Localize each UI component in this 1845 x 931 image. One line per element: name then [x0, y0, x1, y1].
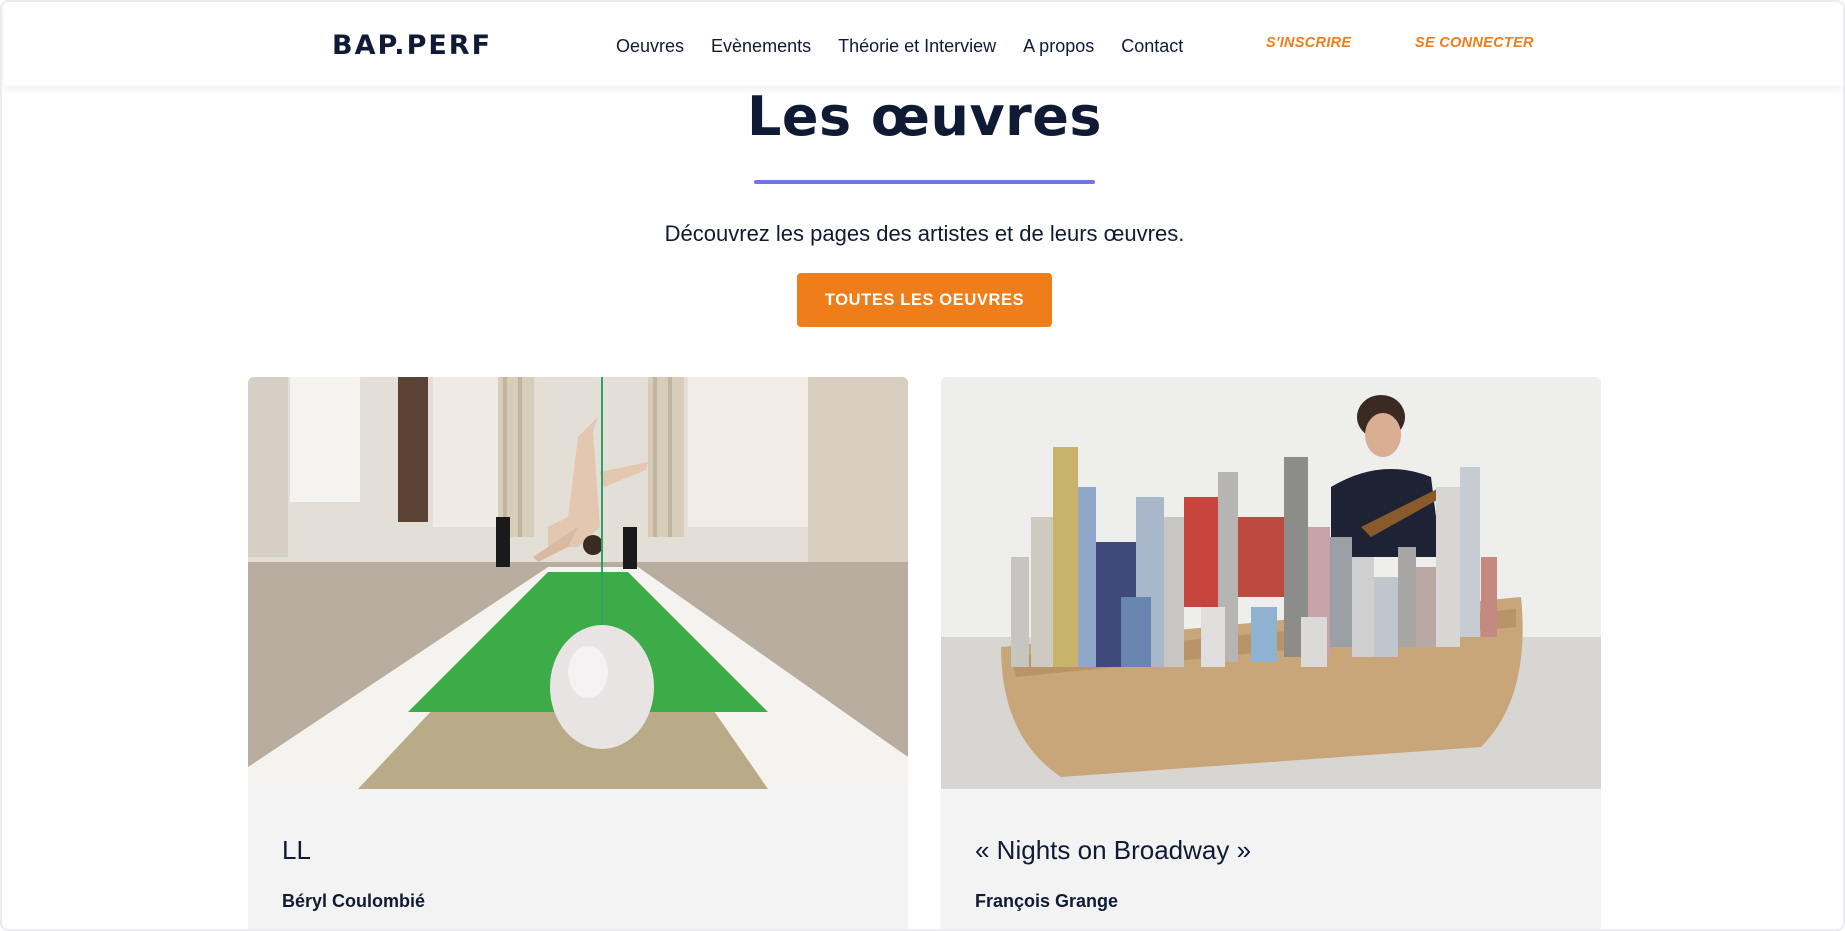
- work-image-ll[interactable]: [248, 377, 908, 789]
- work-card[interactable]: LL Béryl Coulombié: [248, 377, 908, 929]
- work-artist[interactable]: Béryl Coulombié: [282, 889, 425, 913]
- main-nav: Oeuvres Evènements Théorie et Interview …: [616, 34, 1183, 58]
- work-artist[interactable]: François Grange: [975, 889, 1118, 913]
- all-works-button[interactable]: TOUTES LES OEUVRES: [797, 273, 1052, 327]
- page-title: Les œuvres: [746, 85, 1103, 148]
- nav-item-contact[interactable]: Contact: [1121, 34, 1183, 58]
- login-link[interactable]: SE CONNECTER: [1415, 34, 1534, 52]
- nav-item-theorie-interview[interactable]: Théorie et Interview: [838, 34, 996, 58]
- nav-item-oeuvres[interactable]: Oeuvres: [616, 34, 684, 58]
- title-underline: [754, 180, 1095, 184]
- page-frame: BAP.PERF Oeuvres Evènements Théorie et I…: [0, 0, 1845, 931]
- site-logo[interactable]: BAP.PERF: [332, 30, 492, 62]
- work-image-nights-on-broadway[interactable]: [941, 377, 1601, 789]
- nav-item-a-propos[interactable]: A propos: [1023, 34, 1094, 58]
- work-title[interactable]: « Nights on Broadway »: [975, 833, 1251, 867]
- work-card[interactable]: « Nights on Broadway » François Grange: [941, 377, 1601, 929]
- section-subtitle: Découvrez les pages des artistes et de l…: [664, 221, 1185, 246]
- work-title[interactable]: LL: [282, 833, 311, 867]
- nav-item-evenements[interactable]: Evènements: [711, 34, 811, 58]
- top-navbar: BAP.PERF Oeuvres Evènements Théorie et I…: [4, 4, 1843, 86]
- signup-link[interactable]: S'INSCRIRE: [1266, 34, 1351, 52]
